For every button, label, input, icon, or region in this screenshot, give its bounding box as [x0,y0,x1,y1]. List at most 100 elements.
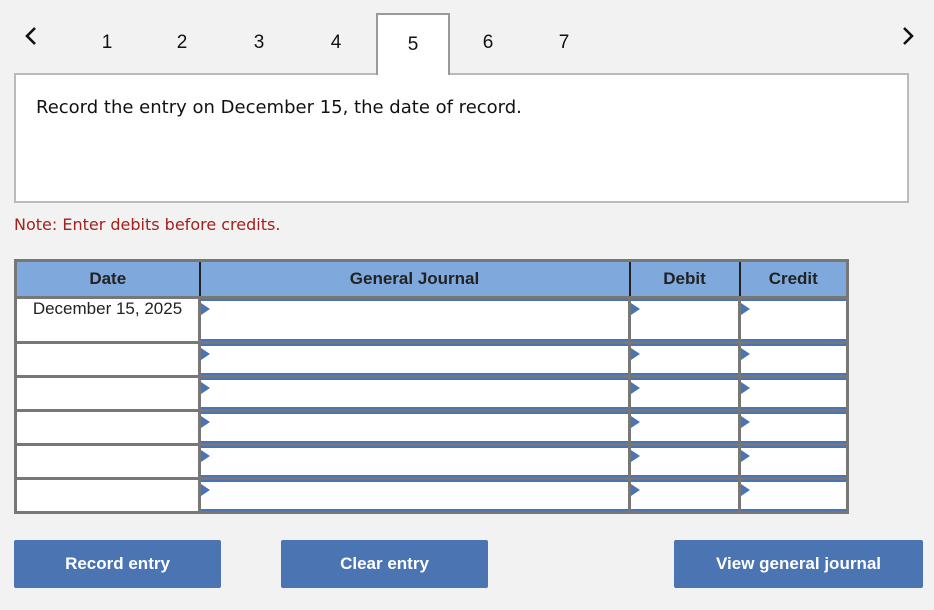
dropdown-indicator-icon [201,348,210,360]
header-credit: Credit [738,260,848,299]
debit-input[interactable] [631,482,738,509]
credit-input[interactable] [741,448,846,475]
date-cell: December 15, 2025 [14,296,201,344]
table-row [14,477,849,514]
dropdown-indicator-icon [631,450,640,462]
debit-input[interactable] [631,414,738,441]
credit-input-wrapper [741,344,846,375]
account-input[interactable] [201,346,628,373]
account-input[interactable] [201,448,628,475]
credit-input-wrapper [741,412,846,443]
dropdown-indicator-icon [201,450,210,462]
dropdown-indicator-icon [741,484,750,496]
tab-2[interactable]: 2 [145,13,219,73]
dropdown-indicator-icon [741,416,750,428]
date-cell [14,375,201,412]
debit-input-wrapper [631,299,738,341]
clear-entry-button[interactable]: Clear entry [281,540,488,588]
previous-button[interactable] [16,18,46,54]
tab-6[interactable]: 6 [451,13,525,73]
tab-3[interactable]: 3 [222,13,296,73]
debit-cell [628,443,741,480]
credit-cell [738,375,849,412]
account-input-wrapper [201,480,628,511]
credit-input[interactable] [741,414,846,441]
debit-cell [628,375,741,412]
credit-input[interactable] [741,346,846,373]
account-input-wrapper [201,344,628,375]
question-navigation: 1 2 3 4 5 6 7 [0,0,934,75]
question-text: Record the entry on December 15, the dat… [36,97,522,118]
account-input[interactable] [201,301,628,339]
dropdown-indicator-icon [201,416,210,428]
debit-input[interactable] [631,346,738,373]
debit-input[interactable] [631,448,738,475]
dropdown-indicator-icon [631,303,640,315]
header-general-journal: General Journal [198,260,631,299]
debit-input-wrapper [631,480,738,511]
account-cell [198,477,631,514]
credit-input[interactable] [741,482,846,509]
dropdown-indicator-icon [201,303,210,315]
view-general-journal-button[interactable]: View general journal [674,540,923,588]
credit-cell [738,341,849,378]
table-row: December 15, 2025 [14,296,849,344]
dropdown-indicator-icon [631,416,640,428]
tab-4[interactable]: 4 [299,13,373,73]
account-cell [198,296,631,344]
note-text: Note: Enter debits before credits. [14,215,281,234]
table-row [14,409,849,446]
credit-input-wrapper [741,480,846,511]
account-input-wrapper [201,299,628,341]
credit-cell [738,296,849,344]
dropdown-indicator-icon [201,382,210,394]
tab-5[interactable]: 5 [376,13,450,75]
account-input-wrapper [201,446,628,477]
table-header-row: Date General Journal Debit Credit [15,260,848,299]
credit-input-wrapper [741,299,846,341]
debit-input-wrapper [631,344,738,375]
date-cell [14,409,201,446]
account-input[interactable] [201,482,628,509]
tab-1[interactable]: 1 [70,13,144,73]
dropdown-indicator-icon [741,348,750,360]
record-entry-button[interactable]: Record entry [14,540,221,588]
dropdown-indicator-icon [741,382,750,394]
credit-input[interactable] [741,301,846,339]
account-input[interactable] [201,414,628,441]
chevron-right-icon [903,27,914,45]
debit-input-wrapper [631,378,738,409]
debit-cell [628,296,741,344]
credit-cell [738,409,849,446]
dropdown-indicator-icon [201,484,210,496]
account-cell [198,375,631,412]
chevron-left-icon [25,27,36,45]
credit-input[interactable] [741,380,846,407]
debit-input-wrapper [631,412,738,443]
account-cell [198,341,631,378]
account-cell [198,443,631,480]
table-row [14,375,849,412]
date-cell [14,443,201,480]
tab-7[interactable]: 7 [527,13,601,73]
table-row [14,443,849,480]
dropdown-indicator-icon [631,348,640,360]
credit-input-wrapper [741,446,846,477]
debit-cell [628,477,741,514]
account-cell [198,409,631,446]
account-input-wrapper [201,378,628,409]
account-input[interactable] [201,380,628,407]
dropdown-indicator-icon [631,484,640,496]
date-cell [14,341,201,378]
credit-cell [738,477,849,514]
date-cell [14,477,201,514]
debit-input[interactable] [631,301,738,339]
credit-input-wrapper [741,378,846,409]
debit-input-wrapper [631,446,738,477]
account-input-wrapper [201,412,628,443]
journal-table: Date General Journal Debit Credit Decemb… [14,259,849,514]
next-button[interactable] [893,18,923,54]
header-date: Date [15,260,201,299]
credit-cell [738,443,849,480]
debit-input[interactable] [631,380,738,407]
